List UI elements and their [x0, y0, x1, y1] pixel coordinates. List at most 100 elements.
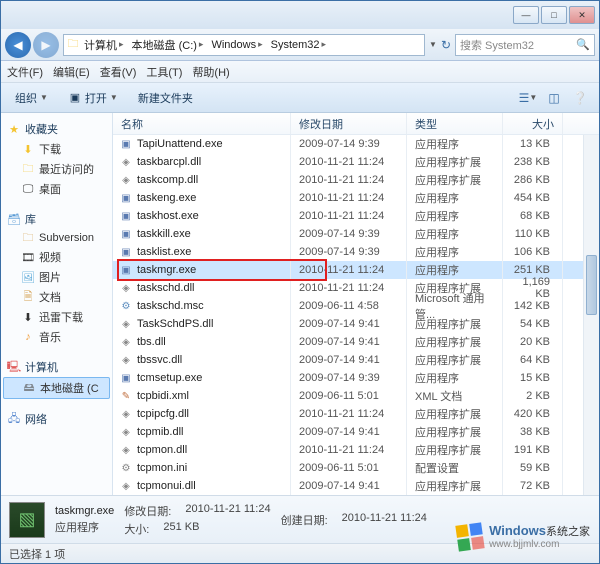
- download-icon: ⬇: [21, 310, 35, 324]
- desktop-icon: 🖵: [21, 182, 35, 196]
- details-pane: ▧ taskmgr.exe 应用程序 修改日期: 2010-11-21 11:2…: [1, 495, 599, 543]
- preview-pane-icon[interactable]: ◫: [543, 87, 565, 109]
- nav-bar: ◀ ▶ 🗀 计算机▸ 本地磁盘 (C:)▸ Windows▸ System32▸…: [1, 29, 599, 61]
- menu-view[interactable]: 查看(V): [100, 64, 137, 80]
- file-size: 72 KB: [503, 477, 563, 495]
- star-icon: ★: [7, 122, 21, 136]
- help-icon[interactable]: ❔: [569, 87, 591, 109]
- details-type: 应用程序: [55, 519, 99, 535]
- music-icon: ♪: [21, 330, 35, 344]
- file-name: taskmgr.exe: [137, 264, 196, 276]
- file-row[interactable]: ◈tcpmonui.dll2009-07-14 9:41应用程序扩展72 KB: [113, 477, 599, 495]
- scrollbar-thumb[interactable]: [586, 255, 597, 315]
- file-row[interactable]: ◈TaskSchdPS.dll2009-07-14 9:41应用程序扩展54 K…: [113, 315, 599, 333]
- breadcrumb-item[interactable]: System32▸: [267, 39, 330, 51]
- file-row[interactable]: ▣tcmsetup.exe2009-07-14 9:39应用程序15 KB: [113, 369, 599, 387]
- dll-file-icon: ◈: [119, 335, 133, 349]
- file-row[interactable]: ◈tbssvc.dll2009-07-14 9:41应用程序扩展64 KB: [113, 351, 599, 369]
- file-size: 38 KB: [503, 423, 563, 441]
- file-row[interactable]: ◈taskbarcpl.dll2010-11-21 11:24应用程序扩展238…: [113, 153, 599, 171]
- sidebar-item-xunlei[interactable]: ⬇迅雷下载: [3, 307, 110, 327]
- menu-tools[interactable]: 工具(T): [146, 64, 182, 80]
- sidebar-item-desktop[interactable]: 🖵桌面: [3, 179, 110, 199]
- close-button[interactable]: ✕: [569, 6, 595, 24]
- view-options-icon[interactable]: ☰▼: [517, 87, 539, 109]
- file-size: 191 KB: [503, 441, 563, 459]
- sidebar-network[interactable]: 🖧网络: [3, 409, 110, 429]
- file-date: 2009-07-14 9:41: [291, 423, 407, 441]
- file-size: 20 KB: [503, 333, 563, 351]
- file-row[interactable]: ◈taskschd.dll2010-11-21 11:24应用程序扩展1,169…: [113, 279, 599, 297]
- file-row[interactable]: ▣TapiUnattend.exe2009-07-14 9:39应用程序13 K…: [113, 135, 599, 153]
- organize-button[interactable]: 组织▼: [9, 88, 54, 108]
- file-row[interactable]: ⚙tcpmon.ini2009-06-11 5:01配置设置59 KB: [113, 459, 599, 477]
- dll-file-icon: ◈: [119, 173, 133, 187]
- sidebar-item-local-disk-c[interactable]: 🖴本地磁盘 (C: [3, 377, 110, 399]
- scrollbar[interactable]: [583, 135, 599, 495]
- search-input[interactable]: 搜索 System32 🔍: [455, 34, 595, 56]
- dll-file-icon: ◈: [119, 407, 133, 421]
- file-date: 2009-06-11 4:58: [291, 297, 407, 315]
- file-date: 2010-11-21 11:24: [291, 279, 407, 297]
- file-date: 2010-11-21 11:24: [291, 441, 407, 459]
- open-button[interactable]: ▣打开▼: [62, 88, 124, 108]
- breadcrumb[interactable]: 🗀 计算机▸ 本地磁盘 (C:)▸ Windows▸ System32▸: [63, 34, 425, 56]
- file-row[interactable]: ◈tcpipcfg.dll2010-11-21 11:24应用程序扩展420 K…: [113, 405, 599, 423]
- sidebar-item-documents[interactable]: 🗎文档: [3, 287, 110, 307]
- sidebar-item-subversion[interactable]: 🗀Subversion: [3, 229, 110, 247]
- menu-edit[interactable]: 编辑(E): [53, 64, 90, 80]
- library-icon: 🗃: [7, 212, 21, 226]
- folder-icon: 🗀: [66, 38, 80, 52]
- file-row[interactable]: ▣taskkill.exe2009-07-14 9:39应用程序110 KB: [113, 225, 599, 243]
- file-size: 2 KB: [503, 387, 563, 405]
- breadcrumb-dropdown-icon[interactable]: ▼: [429, 40, 437, 49]
- menu-file[interactable]: 文件(F): [7, 64, 43, 80]
- file-list: 名称 修改日期 类型 大小 ▣TapiUnattend.exe2009-07-1…: [113, 113, 599, 495]
- file-row[interactable]: ◈tbs.dll2009-07-14 9:41应用程序扩展20 KB: [113, 333, 599, 351]
- file-row[interactable]: ◈tcpmib.dll2009-07-14 9:41应用程序扩展38 KB: [113, 423, 599, 441]
- column-name[interactable]: 名称: [113, 113, 291, 134]
- menu-help[interactable]: 帮助(H): [192, 64, 229, 80]
- dll-file-icon: ◈: [119, 479, 133, 493]
- file-name: tcpipcfg.dll: [137, 408, 189, 420]
- file-size: 110 KB: [503, 225, 563, 243]
- column-type[interactable]: 类型: [407, 113, 503, 134]
- sidebar-favorites[interactable]: ★收藏夹: [3, 119, 110, 139]
- breadcrumb-item[interactable]: 计算机▸: [80, 37, 128, 53]
- refresh-icon[interactable]: ↻: [441, 38, 451, 52]
- file-size: 454 KB: [503, 189, 563, 207]
- sidebar-item-pictures[interactable]: 🖼图片: [3, 267, 110, 287]
- sidebar-item-recent[interactable]: 🗀最近访问的: [3, 159, 110, 179]
- file-name: taskeng.exe: [137, 192, 196, 204]
- file-row[interactable]: ✎tcpbidi.xml2009-06-11 5:01XML 文档2 KB: [113, 387, 599, 405]
- sidebar-item-music[interactable]: ♪音乐: [3, 327, 110, 347]
- column-size[interactable]: 大小: [503, 113, 563, 134]
- titlebar: — □ ✕: [1, 1, 599, 29]
- minimize-button[interactable]: —: [513, 6, 539, 24]
- sidebar-item-videos[interactable]: 🎞视频: [3, 247, 110, 267]
- file-date: 2010-11-21 11:24: [291, 405, 407, 423]
- new-folder-button[interactable]: 新建文件夹: [132, 88, 199, 108]
- file-date: 2009-07-14 9:41: [291, 333, 407, 351]
- nav-back-button[interactable]: ◀: [5, 32, 31, 58]
- file-row[interactable]: ⚙taskschd.msc2009-06-11 4:58Microsoft 通用…: [113, 297, 599, 315]
- nav-forward-button[interactable]: ▶: [33, 32, 59, 58]
- file-row[interactable]: ◈tcpmon.dll2010-11-21 11:24应用程序扩展191 KB: [113, 441, 599, 459]
- file-size: 59 KB: [503, 459, 563, 477]
- dll-file-icon: ◈: [119, 317, 133, 331]
- sidebar-computer[interactable]: 🖳计算机: [3, 357, 110, 377]
- file-name: TapiUnattend.exe: [137, 138, 223, 150]
- file-size: 54 KB: [503, 315, 563, 333]
- created-label: 创建日期:: [281, 512, 328, 528]
- breadcrumb-item[interactable]: 本地磁盘 (C:)▸: [128, 37, 208, 53]
- maximize-button[interactable]: □: [541, 6, 567, 24]
- file-name: TaskSchdPS.dll: [137, 318, 213, 330]
- file-row[interactable]: ▣taskeng.exe2010-11-21 11:24应用程序454 KB: [113, 189, 599, 207]
- file-row[interactable]: ▣taskhost.exe2010-11-21 11:24应用程序68 KB: [113, 207, 599, 225]
- sidebar-libraries[interactable]: 🗃库: [3, 209, 110, 229]
- sidebar-item-downloads[interactable]: ⬇下载: [3, 139, 110, 159]
- breadcrumb-item[interactable]: Windows▸: [207, 39, 266, 51]
- file-row[interactable]: ◈taskcomp.dll2010-11-21 11:24应用程序扩展286 K…: [113, 171, 599, 189]
- file-row[interactable]: ▣tasklist.exe2009-07-14 9:39应用程序106 KB: [113, 243, 599, 261]
- column-date[interactable]: 修改日期: [291, 113, 407, 134]
